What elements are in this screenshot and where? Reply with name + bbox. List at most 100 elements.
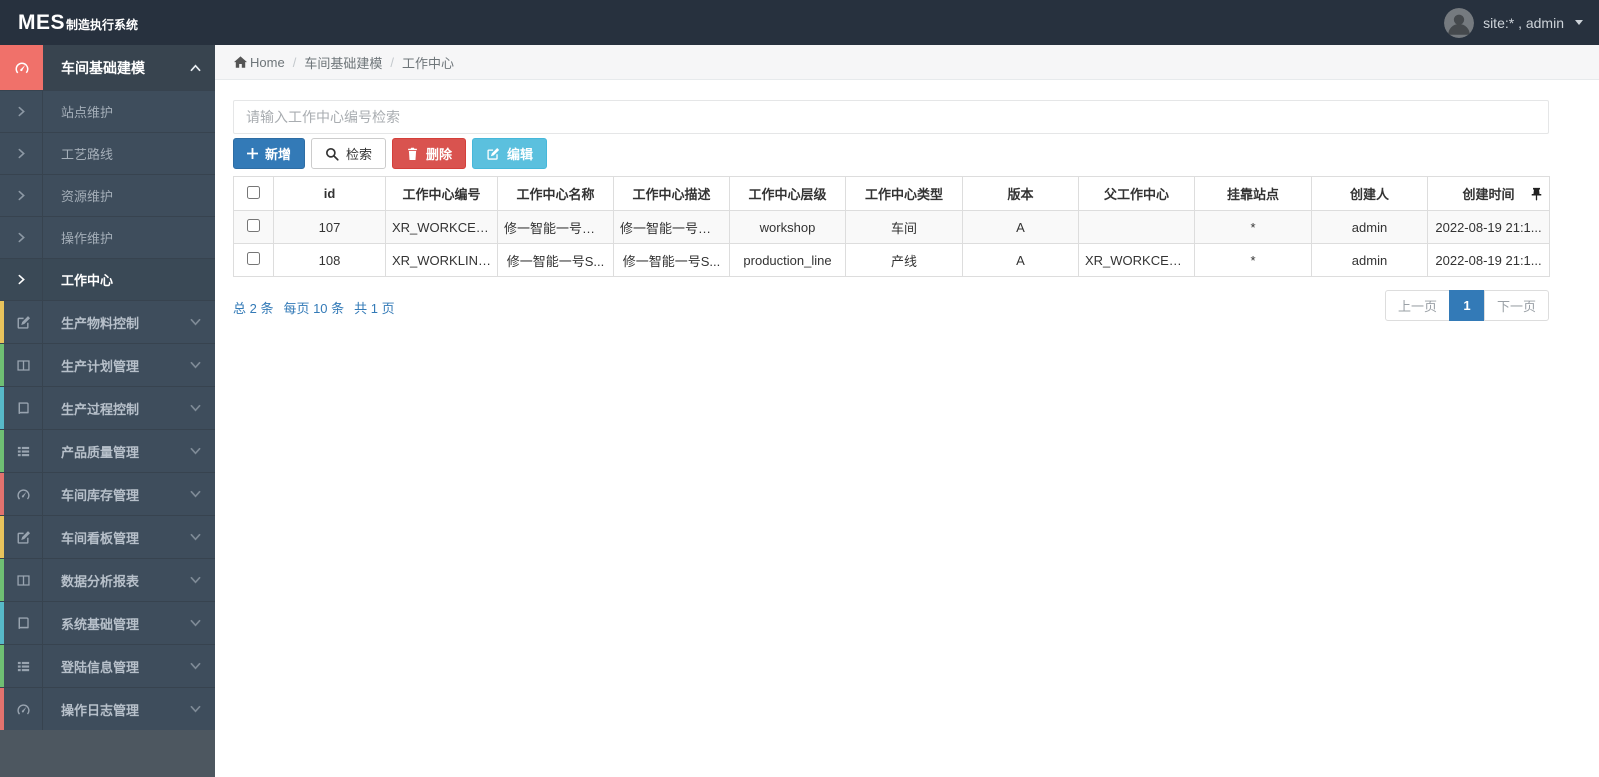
col-header-desc: 工作中心描述	[613, 176, 730, 211]
chevron-up-icon	[190, 64, 201, 72]
add-button[interactable]: 新增	[233, 138, 306, 169]
per-page-count: 每页 10 条	[283, 301, 345, 316]
edit-icon	[486, 147, 500, 161]
edit-button[interactable]: 编辑	[472, 138, 548, 169]
avatar	[1444, 8, 1474, 38]
prev-page-button[interactable]: 上一页	[1384, 290, 1450, 321]
sidebar-group-plan-management[interactable]: 生产计划管理	[0, 343, 215, 386]
cell-created-time: 2022-08-19 21:1...	[1427, 243, 1550, 277]
sidebar-group-process-control[interactable]: 生产过程控制	[0, 386, 215, 429]
col-header-name: 工作中心名称	[497, 176, 614, 211]
cell-creator: admin	[1311, 210, 1428, 244]
pagination-summary: 总 2 条 每页 10 条 共 1 页	[233, 290, 395, 317]
main-content: Home / 车间基础建模 / 工作中心 新增 检索 删除 编辑	[215, 45, 1599, 777]
sidebar-item-label: 工作中心	[61, 273, 114, 288]
next-page-button[interactable]: 下一页	[1483, 290, 1549, 321]
cell-name: 修一智能一号S...	[497, 243, 614, 277]
sidebar-group-material-control[interactable]: 生产物料控制	[0, 300, 215, 343]
list-icon	[4, 645, 43, 687]
cell-id: 108	[273, 243, 386, 277]
chevron-right-icon	[0, 259, 43, 300]
sidebar-group-workshop-modeling[interactable]: 车间基础建模	[0, 45, 215, 90]
sidebar-item-process-route[interactable]: 工艺路线	[0, 132, 215, 174]
row-select-cell	[233, 243, 274, 277]
user-menu[interactable]: site:* , admin	[1444, 8, 1599, 38]
sidebar-item-resource-maintenance[interactable]: 资源维护	[0, 174, 215, 216]
select-all-checkbox[interactable]	[247, 185, 260, 199]
cell-station: *	[1194, 210, 1312, 244]
delete-button[interactable]: 删除	[392, 138, 467, 169]
gauge-icon	[4, 688, 43, 730]
row-checkbox[interactable]	[247, 219, 260, 232]
cell-desc: 修一智能一号S...	[613, 243, 730, 277]
cell-level: workshop	[729, 210, 846, 244]
sidebar-group-label: 操作日志管理	[61, 702, 140, 718]
cell-name: 修一智能一号车间	[497, 210, 614, 244]
columns-icon	[4, 344, 43, 386]
sidebar-item-label: 资源维护	[61, 189, 114, 204]
breadcrumb-separator: /	[390, 54, 394, 70]
sidebar-item-work-center[interactable]: 工作中心	[0, 258, 215, 300]
edit-icon	[4, 516, 43, 558]
sidebar-group-kanban-management[interactable]: 车间看板管理	[0, 515, 215, 558]
chevron-right-icon	[0, 133, 43, 174]
cell-level: production_line	[729, 243, 846, 277]
app-logo-text: 制造执行系统	[66, 17, 139, 32]
col-header-id: id	[273, 176, 386, 211]
user-label: site:* , admin	[1483, 14, 1564, 31]
pin-icon[interactable]	[1531, 187, 1542, 201]
chevron-down-icon	[190, 533, 201, 541]
col-header-code: 工作中心编号	[385, 176, 498, 211]
row-select-cell	[233, 210, 274, 244]
col-header-parent: 父工作中心	[1078, 176, 1195, 211]
sidebar-group-system-management[interactable]: 系统基础管理	[0, 601, 215, 644]
caret-down-icon	[1575, 20, 1583, 25]
cell-id: 107	[273, 210, 386, 244]
sidebar-group-operation-logs[interactable]: 操作日志管理	[0, 687, 215, 730]
page-1-button[interactable]: 1	[1448, 290, 1485, 321]
sidebar-group-quality-management[interactable]: 产品质量管理	[0, 429, 215, 472]
row-checkbox[interactable]	[247, 252, 260, 265]
chevron-down-icon	[190, 576, 201, 584]
cell-parent: XR_WORKCEN...	[1078, 243, 1195, 277]
page-count: 共 1 页	[354, 301, 395, 316]
sidebar-item-station-maintenance[interactable]: 站点维护	[0, 90, 215, 132]
sidebar-item-label: 工艺路线	[61, 147, 114, 162]
sidebar-group-label: 生产物料控制	[61, 315, 140, 331]
table-row[interactable]: 107 XR_WORKCEN... 修一智能一号车间 修一智能一号车间 work…	[233, 210, 1550, 244]
breadcrumb-section[interactable]: 车间基础建模	[304, 53, 382, 72]
sidebar-item-operation-maintenance[interactable]: 操作维护	[0, 216, 215, 258]
col-header-created-time: 创建时间	[1427, 176, 1550, 211]
cell-desc: 修一智能一号车间	[613, 210, 730, 244]
search-input[interactable]	[233, 100, 1549, 134]
table-row[interactable]: 108 XR_WORKLINE... 修一智能一号S... 修一智能一号S...…	[233, 243, 1550, 277]
app-logo: MES 制造执行系统	[0, 11, 138, 35]
chevron-down-icon	[190, 361, 201, 369]
sidebar: 车间基础建模 站点维护 工艺路线 资源维护 操作维护 工作中心 生产物料控制 生…	[0, 45, 215, 777]
cell-version: A	[962, 243, 1079, 277]
sidebar-group-label: 车间基础建模	[61, 59, 145, 76]
columns-icon	[4, 559, 43, 601]
search-icon	[325, 147, 339, 161]
trash-icon	[406, 147, 419, 161]
sidebar-group-label: 登陆信息管理	[61, 659, 140, 675]
sidebar-group-label: 产品质量管理	[61, 444, 140, 460]
col-header-version: 版本	[962, 176, 1079, 211]
chevron-down-icon	[190, 662, 201, 670]
search-button[interactable]: 检索	[311, 138, 387, 169]
chevron-down-icon	[190, 447, 201, 455]
work-center-table: id 工作中心编号 工作中心名称 工作中心描述 工作中心层级 工作中心类型 版本…	[233, 176, 1550, 277]
pagination-bar: 总 2 条 每页 10 条 共 1 页 上一页 1 下一页	[233, 290, 1549, 321]
cell-version: A	[962, 210, 1079, 244]
breadcrumb-separator: /	[292, 54, 297, 70]
list-icon	[4, 430, 43, 472]
sidebar-group-data-reports[interactable]: 数据分析报表	[0, 558, 215, 601]
breadcrumb-home[interactable]: Home	[250, 55, 285, 70]
sidebar-group-login-info[interactable]: 登陆信息管理	[0, 644, 215, 687]
topbar: MES 制造执行系统 site:* , admin	[0, 0, 1599, 45]
select-all-cell	[233, 176, 274, 211]
breadcrumb: Home / 车间基础建模 / 工作中心	[215, 45, 1599, 80]
cell-created-time: 2022-08-19 21:1...	[1427, 210, 1550, 244]
table-header-row: id 工作中心编号 工作中心名称 工作中心描述 工作中心层级 工作中心类型 版本…	[233, 176, 1550, 211]
sidebar-group-inventory-management[interactable]: 车间库存管理	[0, 472, 215, 515]
